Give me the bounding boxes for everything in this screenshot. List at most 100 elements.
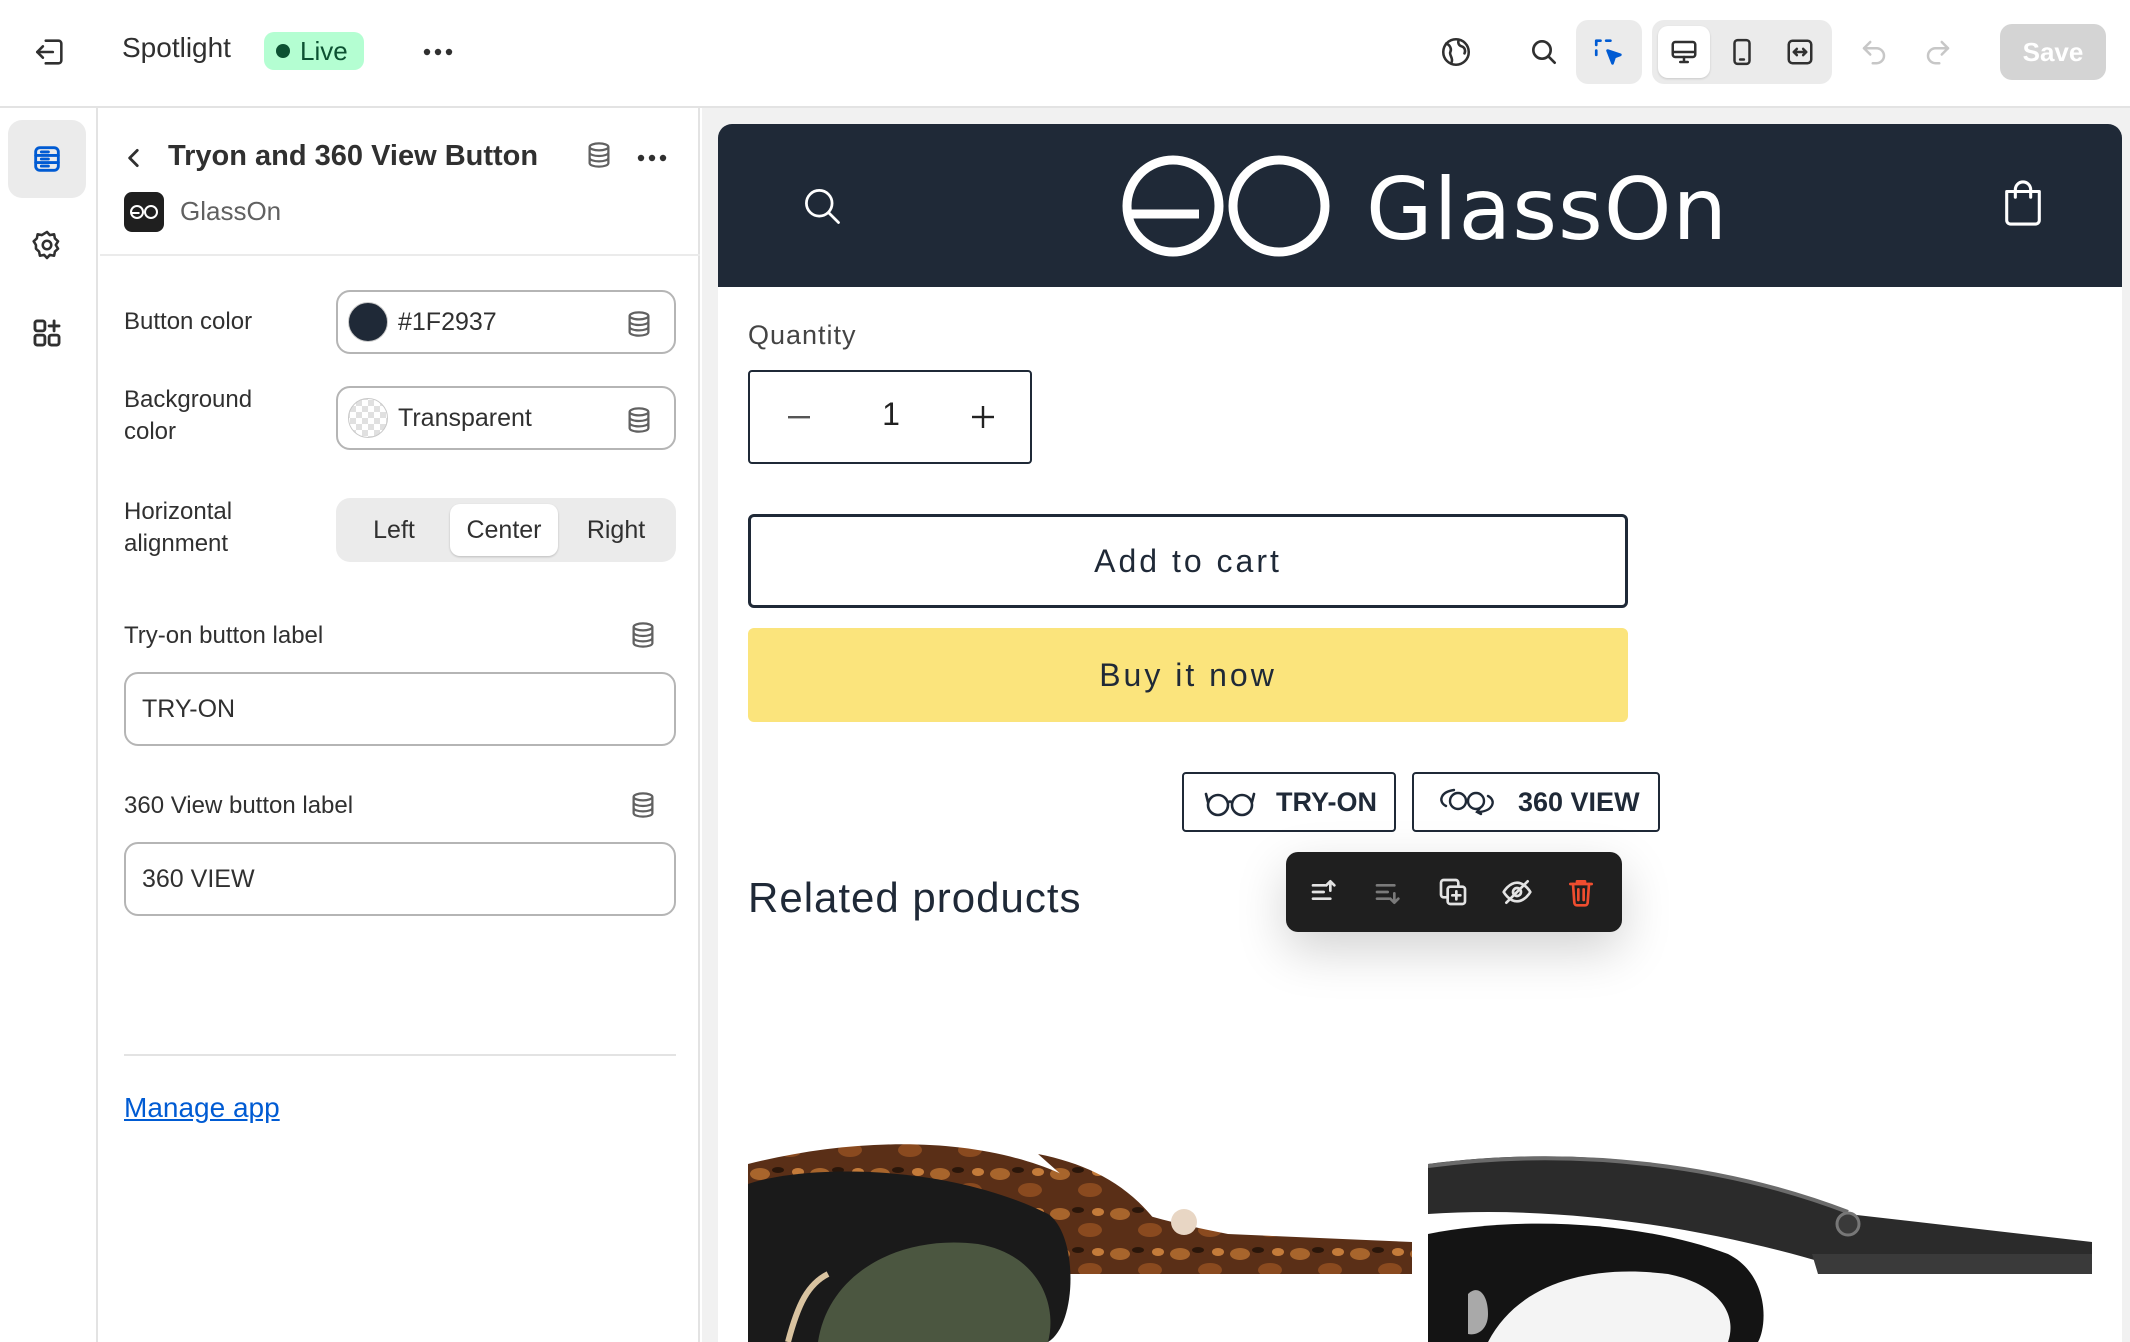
background-color-label: Background color bbox=[124, 386, 253, 445]
add-to-cart-button[interactable]: Add to cart bbox=[748, 514, 1628, 608]
align-right-option[interactable]: Right bbox=[562, 504, 670, 556]
exit-button[interactable] bbox=[22, 26, 78, 78]
live-dot-icon bbox=[276, 44, 290, 58]
background-color-picker[interactable]: Transparent bbox=[336, 386, 676, 450]
duplicate-button[interactable] bbox=[1428, 867, 1478, 917]
inspector-button[interactable] bbox=[1576, 20, 1642, 84]
tryon-label-title: Try-on button label bbox=[124, 622, 324, 649]
view-360-button[interactable]: 360 VIEW bbox=[1412, 772, 1660, 832]
mobile-view-button[interactable] bbox=[1716, 26, 1768, 78]
apps-icon bbox=[33, 319, 61, 347]
tryon-button[interactable]: TRY-ON bbox=[1182, 772, 1396, 832]
move-down-button[interactable] bbox=[1364, 867, 1414, 917]
search-icon bbox=[1532, 40, 1556, 64]
fullscreen-view-button[interactable] bbox=[1774, 26, 1826, 78]
hide-button[interactable] bbox=[1492, 867, 1542, 917]
quantity-label: Quantity bbox=[748, 320, 857, 350]
globe-icon bbox=[1441, 37, 1471, 67]
tryon-label-input[interactable]: TRY-ON bbox=[124, 672, 676, 746]
exit-icon bbox=[35, 39, 63, 65]
divider bbox=[124, 1054, 676, 1056]
storefront-frame: GlassOn Quantity 1 Add to cart Buy it no… bbox=[718, 124, 2122, 1342]
glasses-360-icon bbox=[1440, 788, 1494, 816]
language-button[interactable] bbox=[1428, 26, 1484, 78]
brand-logo-glasses bbox=[1118, 152, 1334, 265]
select-icon bbox=[1594, 39, 1622, 65]
delete-button[interactable] bbox=[1556, 867, 1606, 917]
block-title: Tryon and 360 View Button bbox=[168, 140, 539, 172]
duplicate-icon bbox=[1439, 878, 1467, 906]
status-label: Live bbox=[300, 35, 348, 66]
quantity-value[interactable]: 1 bbox=[868, 396, 914, 433]
database-icon bbox=[632, 792, 654, 818]
brand-wordmark[interactable]: GlassOn bbox=[1366, 160, 1728, 260]
database-icon bbox=[628, 311, 650, 337]
panel-header: Tryon and 360 View Button GlassOn bbox=[100, 108, 700, 256]
dynamic-source-button[interactable] bbox=[628, 620, 658, 655]
store-preview: GlassOn Quantity 1 Add to cart Buy it no… bbox=[702, 108, 2130, 1342]
block-actions-button[interactable] bbox=[630, 138, 674, 178]
glasses-logo-icon bbox=[1122, 155, 1330, 257]
move-up-button[interactable] bbox=[1300, 867, 1350, 917]
move-up-icon bbox=[1311, 880, 1336, 900]
dynamic-source-button[interactable] bbox=[628, 790, 658, 825]
view-label-input[interactable]: 360 VIEW bbox=[124, 842, 676, 916]
cart-button[interactable] bbox=[2000, 178, 2046, 233]
quantity-decrease-button[interactable] bbox=[776, 392, 822, 442]
manage-app-link[interactable]: Manage app bbox=[124, 1092, 280, 1124]
alignment-segmented-control: Left Center Right bbox=[336, 498, 676, 562]
glasses-logo-icon bbox=[130, 205, 158, 219]
button-color-picker[interactable]: #1F2937 bbox=[336, 290, 676, 354]
undo-button[interactable] bbox=[1846, 26, 1902, 78]
database-icon bbox=[588, 142, 610, 168]
glasses-icon bbox=[1204, 792, 1256, 817]
desktop-icon bbox=[1671, 40, 1697, 64]
related-products-heading: Related products bbox=[748, 874, 1082, 921]
align-left-option[interactable]: Left bbox=[342, 504, 446, 556]
redo-button[interactable] bbox=[1910, 26, 1966, 78]
status-badge: Live bbox=[264, 32, 364, 70]
color-swatch[interactable] bbox=[348, 302, 388, 342]
app-embeds-tab[interactable] bbox=[8, 294, 86, 372]
database-icon bbox=[632, 622, 654, 648]
view-label-title: 360 View button label bbox=[124, 792, 354, 819]
chevron-left-icon bbox=[128, 149, 139, 167]
desktop-view-button[interactable] bbox=[1658, 26, 1710, 78]
database-icon bbox=[628, 407, 650, 433]
store-header: GlassOn bbox=[718, 124, 2122, 287]
quantity-increase-button[interactable] bbox=[960, 392, 1006, 442]
undo-icon bbox=[1862, 40, 1886, 65]
mobile-icon bbox=[1733, 38, 1751, 66]
block-toolbar bbox=[1286, 852, 1622, 932]
theme-name: Spotlight bbox=[122, 32, 231, 63]
plus-icon bbox=[972, 406, 994, 428]
buy-now-button[interactable]: Buy it now bbox=[748, 628, 1628, 722]
gear-icon bbox=[32, 230, 60, 260]
move-down-icon bbox=[1375, 884, 1400, 904]
minus-icon bbox=[788, 416, 810, 419]
save-button[interactable]: Save bbox=[2000, 24, 2106, 80]
dynamic-source-button[interactable] bbox=[584, 140, 614, 175]
block-settings-panel: Tryon and 360 View Button GlassOn Button… bbox=[100, 108, 700, 1342]
dynamic-source-button[interactable] bbox=[624, 309, 654, 344]
editor-nav-rail bbox=[0, 108, 98, 1342]
transparent-swatch[interactable] bbox=[348, 398, 388, 438]
store-search-button[interactable] bbox=[800, 184, 844, 233]
tortoise-glasses-image bbox=[748, 1144, 1412, 1342]
theme-actions-button[interactable] bbox=[410, 26, 466, 78]
background-color-value: Transparent bbox=[398, 403, 532, 432]
dynamic-source-button[interactable] bbox=[624, 405, 654, 440]
search-button[interactable] bbox=[1516, 26, 1572, 78]
button-color-value: #1F2937 bbox=[398, 307, 497, 336]
editor-topbar: Spotlight Live Save bbox=[0, 0, 2130, 108]
sections-icon bbox=[34, 146, 60, 172]
align-center-option[interactable]: Center bbox=[450, 504, 558, 556]
related-product-image[interactable] bbox=[748, 1124, 1412, 1342]
search-icon bbox=[805, 189, 840, 224]
sections-tab[interactable] bbox=[8, 120, 86, 198]
theme-settings-tab[interactable] bbox=[8, 206, 86, 284]
back-button[interactable] bbox=[116, 138, 152, 178]
tryon-button-label: TRY-ON bbox=[1276, 786, 1377, 817]
alignment-label: Horizontal alignment bbox=[124, 498, 233, 557]
related-product-image[interactable] bbox=[1428, 1124, 2092, 1342]
